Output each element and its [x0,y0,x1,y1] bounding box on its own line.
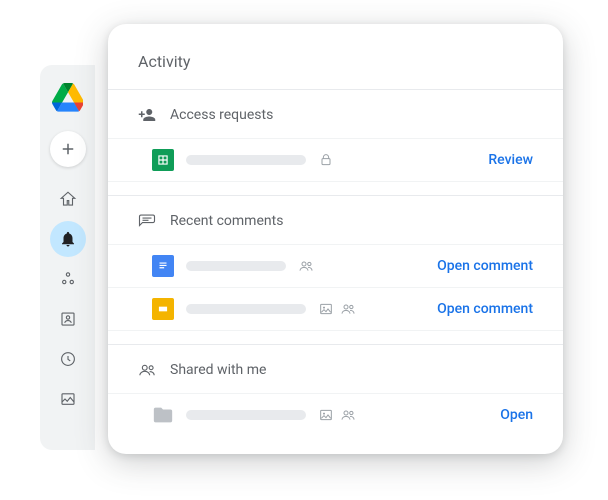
people-icon [340,407,356,423]
section-header: Recent comments [108,196,563,244]
activity-row[interactable]: Open comment [108,244,563,287]
slides-icon [152,298,174,320]
section-label: Recent comments [170,213,283,229]
person-box-icon [59,310,77,328]
folder-icon [152,404,174,426]
nav-workspaces[interactable] [50,261,86,297]
plus-icon [59,140,77,158]
image-small-icon [318,301,334,317]
open-comment-link[interactable]: Open comment [437,258,533,274]
file-name-placeholder [186,410,306,420]
clock-icon [59,350,77,368]
activity-row[interactable]: Open comment [108,287,563,330]
new-button[interactable] [50,131,86,167]
comment-icon [138,212,156,230]
person-add-icon [138,106,156,124]
section-header: Shared with me [108,345,563,393]
image-small-icon [318,407,334,423]
file-name-placeholder [186,155,306,165]
people-icon [298,258,314,274]
people-icon [138,361,156,379]
section-access-requests: Access requests Review [108,89,563,195]
meta-icons [298,258,314,274]
bell-icon [59,230,77,248]
section-header: Access requests [108,90,563,138]
nav-activity[interactable] [50,221,86,257]
workspaces-icon [59,270,77,288]
section-label: Access requests [170,107,273,123]
sheets-icon [152,149,174,171]
lock-icon [318,152,334,168]
section-label: Shared with me [170,362,266,378]
open-comment-link[interactable]: Open comment [437,301,533,317]
activity-row[interactable]: Open [108,393,563,436]
people-icon [340,301,356,317]
side-nav [40,65,95,450]
file-name-placeholder [186,304,306,314]
file-name-placeholder [186,261,286,271]
meta-icons [318,152,334,168]
meta-icons [318,301,356,317]
nav-photos[interactable] [50,381,86,417]
activity-panel: Activity Access requests Review Recent c… [108,24,563,454]
open-link[interactable]: Open [500,407,533,423]
docs-icon [152,255,174,277]
nav-recent[interactable] [50,341,86,377]
home-icon [59,190,77,208]
section-recent-comments: Recent comments Open comment Open comme [108,195,563,344]
drive-logo-icon [52,83,84,115]
section-shared-with-me: Shared with me Open [108,344,563,436]
meta-icons [318,407,356,423]
image-icon [59,390,77,408]
nav-shared[interactable] [50,301,86,337]
activity-row[interactable]: Review [108,138,563,181]
review-link[interactable]: Review [488,152,533,168]
panel-title: Activity [108,52,563,89]
nav-home[interactable] [50,181,86,217]
